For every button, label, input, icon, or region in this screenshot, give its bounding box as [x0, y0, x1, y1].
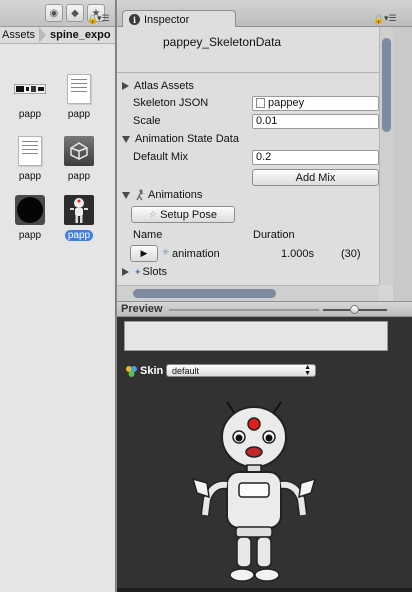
- animation-running-icon: [136, 189, 144, 201]
- animation-icon: ✳: [162, 247, 170, 257]
- black-circle-texture-icon: [13, 193, 47, 227]
- robot-skeleton-preview: [191, 401, 317, 582]
- inspector-tab-bar: i Inspector: [117, 0, 412, 28]
- breadcrumb-assets[interactable]: Assets: [0, 29, 35, 41]
- panel-edge: [393, 27, 412, 301]
- foldout-open-icon[interactable]: [122, 135, 130, 143]
- play-icon: ▶: [140, 248, 148, 258]
- lock-icon[interactable]: 🔒: [373, 14, 384, 25]
- atlas-icon: [13, 72, 47, 106]
- setup-pose-label: Setup Pose: [160, 208, 217, 221]
- breadcrumb: Assets spine_expo: [0, 27, 115, 44]
- preview-divider: [169, 309, 319, 311]
- add-mix-button[interactable]: Add Mix: [252, 169, 379, 186]
- skeleton-json-field[interactable]: pappey: [252, 95, 379, 111]
- animations-row[interactable]: Animations: [117, 186, 379, 204]
- default-mix-value: 0.2: [256, 151, 272, 163]
- preview-bottom-edge: [117, 588, 412, 592]
- info-icon: i: [129, 14, 140, 25]
- setup-pose-icon: ☆: [149, 209, 158, 219]
- vertical-scroll-thumb[interactable]: [382, 38, 391, 132]
- asset-item-selected[interactable]: papp: [59, 193, 99, 241]
- skin-dropdown[interactable]: default ▲ ▼: [166, 364, 316, 377]
- skeleton-json-row: Skeleton JSON pappey: [117, 94, 379, 112]
- search-filter-icon[interactable]: ◉: [45, 4, 63, 22]
- animation-state-data-row[interactable]: Animation State Data: [117, 130, 379, 148]
- label-tag-icon[interactable]: ◆: [66, 4, 84, 22]
- panel-menu-icon[interactable]: ▾☰: [97, 13, 110, 24]
- skeleton-json-value: pappey: [268, 97, 305, 109]
- foldout-open-icon[interactable]: [122, 191, 130, 199]
- slots-icon: ✦: [134, 266, 142, 277]
- breadcrumb-spine-folder[interactable]: spine_expo: [50, 29, 111, 41]
- asset-label: papp: [18, 171, 42, 182]
- skeleton-json-label: Skeleton JSON: [133, 97, 209, 109]
- preview-title: Preview: [121, 303, 163, 315]
- dropdown-arrows-icon: ▲ ▼: [304, 364, 311, 377]
- asset-label: papp: [18, 230, 42, 241]
- asset-label: papp: [67, 171, 91, 182]
- project-panel: ◉ ◆ ★ 🔒 ▾☰ Assets spine_expo papp papp p…: [0, 0, 116, 592]
- atlas-assets-label: Atlas Assets: [134, 80, 194, 92]
- default-mix-field[interactable]: 0.2: [252, 149, 379, 165]
- text-asset-icon: [256, 98, 265, 108]
- asset-label: papp: [18, 109, 42, 120]
- asset-label: papp: [64, 230, 94, 241]
- preview-header: Preview: [117, 301, 412, 317]
- slots-row[interactable]: ✦ Slots: [117, 263, 379, 281]
- scale-label: Scale: [133, 115, 161, 127]
- default-mix-label: Default Mix: [133, 151, 189, 163]
- column-header-duration: Duration: [253, 229, 295, 241]
- preview-viewport[interactable]: Skin default ▲ ▼: [117, 317, 412, 592]
- foldout-closed-icon[interactable]: [122, 82, 129, 90]
- animations-label: Animations: [148, 189, 203, 201]
- panel-menu-icon[interactable]: ▾☰: [384, 13, 397, 24]
- asset-item[interactable]: papp: [59, 72, 99, 120]
- atlas-assets-row[interactable]: Atlas Assets: [117, 77, 379, 95]
- asset-item[interactable]: papp: [10, 72, 50, 120]
- horizontal-scrollbar[interactable]: [117, 285, 379, 301]
- timescale-slider-knob[interactable]: [350, 305, 359, 314]
- skin-label: Skin: [140, 365, 164, 377]
- asset-item[interactable]: papp: [10, 134, 50, 182]
- unity-material-icon: [62, 134, 96, 168]
- breadcrumb-separator-icon: [39, 27, 47, 43]
- animation-state-data-label: Animation State Data: [135, 133, 239, 145]
- scale-field[interactable]: 0.01: [252, 113, 379, 129]
- animation-name[interactable]: animation: [172, 248, 220, 260]
- skin-row: Skin: [125, 364, 163, 378]
- foldout-closed-icon[interactable]: [122, 268, 129, 276]
- text-doc-icon: [13, 134, 47, 168]
- skin-icon: [126, 365, 137, 377]
- inspector-header: pappey_SkeletonData: [117, 27, 379, 73]
- tab-inspector-label: Inspector: [144, 13, 190, 26]
- column-header-name: Name: [133, 229, 163, 241]
- slots-label: Slots: [142, 266, 168, 278]
- default-mix-row: Default Mix 0.2: [117, 148, 379, 166]
- tab-inspector[interactable]: i Inspector: [122, 10, 236, 28]
- scroll-corner: [379, 285, 393, 301]
- inspector-title: pappey_SkeletonData: [163, 35, 282, 49]
- animation-duration: 1.000s: [281, 248, 315, 260]
- setup-pose-button[interactable]: ☆ Setup Pose: [131, 206, 235, 223]
- inspector-panel: pappey_SkeletonData Atlas Assets Skeleto…: [117, 27, 412, 301]
- scale-value: 0.01: [256, 115, 278, 127]
- play-animation-button[interactable]: ▶: [130, 245, 158, 262]
- asset-label: papp: [67, 109, 91, 120]
- text-doc-icon: [62, 72, 96, 106]
- vertical-scrollbar[interactable]: [379, 27, 393, 285]
- horizontal-scroll-thumb[interactable]: [133, 289, 276, 298]
- robot-skeleton-data-icon: [62, 193, 96, 227]
- asset-item[interactable]: papp: [59, 134, 99, 182]
- asset-item[interactable]: papp: [10, 193, 50, 241]
- scale-row: Scale 0.01: [117, 112, 379, 130]
- skin-dropdown-value: default: [172, 365, 200, 376]
- preview-info-box: [124, 321, 388, 351]
- animation-frames: (30): [341, 248, 361, 260]
